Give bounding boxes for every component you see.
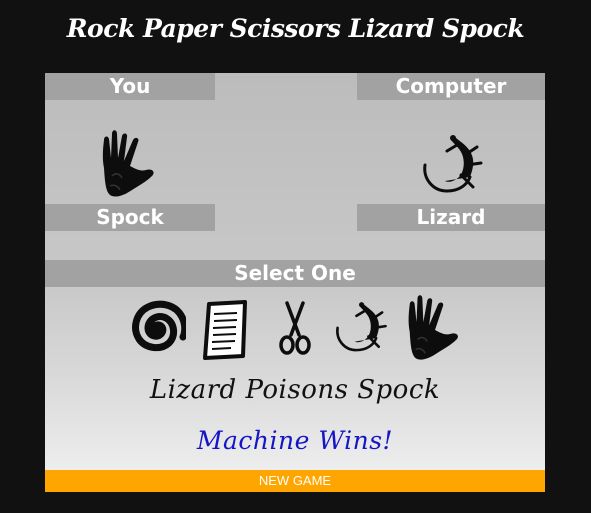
choice-paper-button[interactable] — [201, 300, 251, 360]
spock-hand-icon — [100, 128, 160, 200]
choice-list — [125, 291, 465, 361]
choice-scissors-button[interactable] — [277, 301, 313, 357]
rock-spiral-icon — [128, 299, 186, 359]
page-title: Rock Paper Scissors Lizard Spock — [66, 14, 525, 43]
lizard-icon — [329, 299, 389, 355]
game-board: You Computer Spock Lizard Select One Liz… — [45, 73, 545, 492]
computer-choice: Lizard — [357, 204, 545, 231]
player-label: You — [45, 73, 215, 100]
round-result: Lizard Poisons Spock — [149, 375, 441, 405]
scissors-icon — [277, 301, 313, 357]
new-game-button[interactable]: NEW GAME — [45, 470, 545, 492]
choice-rock-button[interactable] — [128, 299, 186, 359]
winner-message: Machine Wins! — [196, 426, 394, 455]
computer-label: Computer — [357, 73, 545, 100]
choice-lizard-button[interactable] — [329, 299, 389, 355]
lizard-icon — [415, 133, 485, 195]
select-prompt: Select One — [45, 260, 545, 287]
player-choice: Spock — [45, 204, 215, 231]
spock-hand-icon — [405, 293, 465, 363]
choice-spock-button[interactable] — [405, 293, 465, 363]
paper-icon — [201, 300, 251, 360]
